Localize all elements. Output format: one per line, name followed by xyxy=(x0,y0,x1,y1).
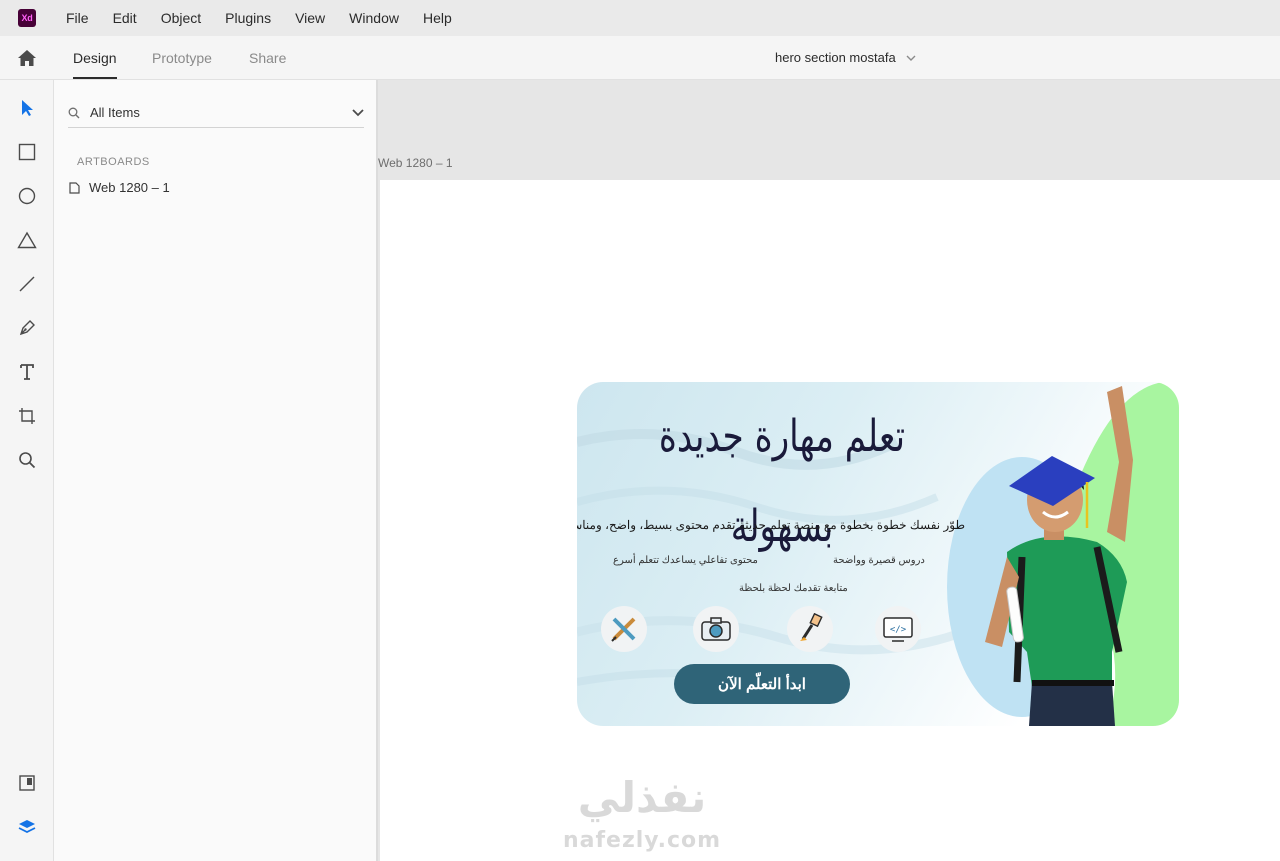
artboard-icon xyxy=(69,181,80,194)
menu-bar: Xd File Edit Object Plugins View Window … xyxy=(0,0,1280,36)
hero-feature-3: متابعة تقدمك لحظة بلحظة xyxy=(739,583,848,594)
start-learning-button[interactable]: ابدأ التعلّم الآن xyxy=(674,664,850,704)
menu-edit[interactable]: Edit xyxy=(113,0,137,36)
tab-prototype[interactable]: Prototype xyxy=(152,36,212,80)
hero-feature-2: محتوى تفاعلي يساعدك تتعلم أسرع xyxy=(613,555,758,566)
menu-plugins[interactable]: Plugins xyxy=(225,0,271,36)
line-tool-icon[interactable] xyxy=(14,271,40,297)
chevron-down-icon xyxy=(906,55,916,61)
document-title-dropdown[interactable]: hero section mostafa xyxy=(775,36,916,80)
app-logo: Xd xyxy=(18,9,36,27)
canvas[interactable]: Web 1280 – 1 تعلم مهارة جديدة بسهولة طوّ… xyxy=(378,80,1280,861)
tools-toolbar xyxy=(0,80,54,861)
mode-tab-bar: Design Prototype Share hero section most… xyxy=(0,36,1280,80)
layer-item-artboard[interactable]: Web 1280 – 1 xyxy=(69,180,170,195)
hero-title: تعلم مهارة جديدة بسهولة xyxy=(658,411,906,552)
svg-text:</>: </> xyxy=(890,625,907,635)
text-tool-icon[interactable] xyxy=(14,359,40,385)
ellipse-tool-icon[interactable] xyxy=(14,183,40,209)
zoom-tool-icon[interactable] xyxy=(14,447,40,473)
menu-help[interactable]: Help xyxy=(423,0,452,36)
code-screen-icon: </> xyxy=(875,606,921,652)
camera-icon xyxy=(693,606,739,652)
student-illustration xyxy=(985,386,1133,726)
search-icon xyxy=(68,107,80,118)
artboards-section-label: ARTBOARDS xyxy=(77,156,150,168)
artboard[interactable]: تعلم مهارة جديدة بسهولة طوّر نفسك خطوة ب… xyxy=(380,180,1280,861)
menu-view[interactable]: View xyxy=(295,0,325,36)
menu-file[interactable]: File xyxy=(66,0,89,36)
hero-description: طوّر نفسك خطوة بخطوة مع منصة تعلم حديثة … xyxy=(577,518,965,532)
nafezly-watermark: نفذلي nafezly.com xyxy=(562,772,722,861)
design-tools-icon xyxy=(601,606,647,652)
hero-banner[interactable]: تعلم مهارة جديدة بسهولة طوّر نفسك خطوة ب… xyxy=(577,382,1179,726)
menu-items: File Edit Object Plugins View Window Hel… xyxy=(66,0,476,36)
tab-design[interactable]: Design xyxy=(73,36,117,80)
watermark-latin: nafezly.com xyxy=(562,828,722,853)
paint-brush-icon xyxy=(787,606,833,652)
rectangle-tool-icon[interactable] xyxy=(14,139,40,165)
chevron-down-icon[interactable] xyxy=(352,108,364,117)
document-title: hero section mostafa xyxy=(775,50,896,65)
home-icon[interactable] xyxy=(16,48,38,68)
layer-item-label: Web 1280 – 1 xyxy=(89,180,170,195)
polygon-tool-icon[interactable] xyxy=(14,227,40,253)
layers-panel-icon[interactable] xyxy=(14,814,40,840)
layers-panel: All Items ARTBOARDS Web 1280 – 1 xyxy=(54,80,378,861)
select-tool-icon[interactable] xyxy=(14,95,40,121)
assets-panel-icon[interactable] xyxy=(14,770,40,796)
menu-window[interactable]: Window xyxy=(349,0,399,36)
tab-share[interactable]: Share xyxy=(249,36,286,80)
pen-tool-icon[interactable] xyxy=(14,315,40,341)
artboard-label[interactable]: Web 1280 – 1 xyxy=(378,156,453,170)
artboard-tool-icon[interactable] xyxy=(14,403,40,429)
menu-object[interactable]: Object xyxy=(161,0,201,36)
watermark-arabic: نفذلي xyxy=(577,773,707,822)
hero-feature-1: دروس قصيرة وواضحة xyxy=(833,555,925,566)
filter-label: All Items xyxy=(90,105,140,120)
xd-window: Xd File Edit Object Plugins View Window … xyxy=(0,0,1280,861)
layers-filter[interactable]: All Items xyxy=(68,98,364,128)
